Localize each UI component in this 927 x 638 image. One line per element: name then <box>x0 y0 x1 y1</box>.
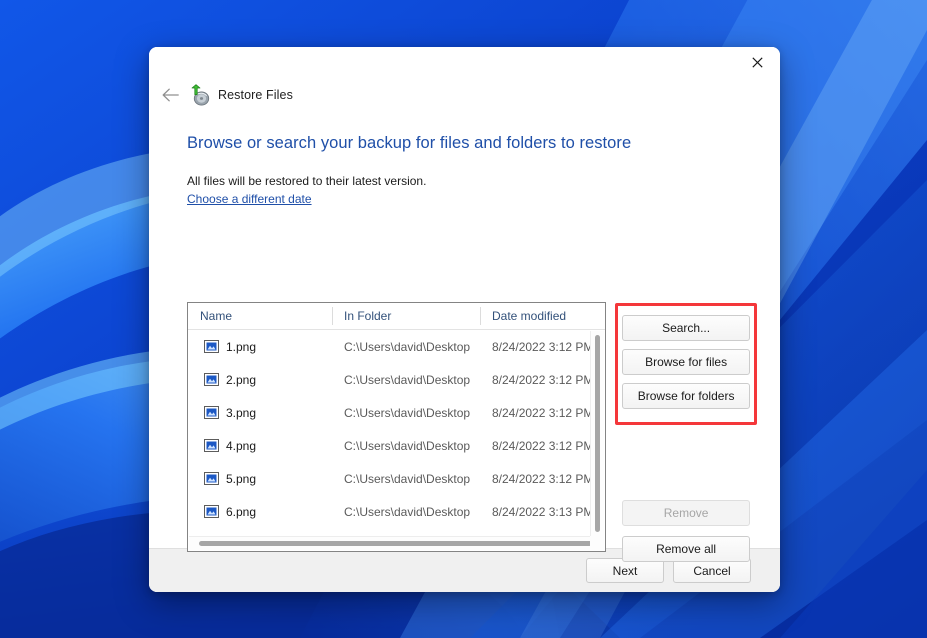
restore-selection-panel: Name In Folder Date modified 1.png C:\Us… <box>187 302 758 562</box>
column-header-date-modified[interactable]: Date modified <box>480 303 605 329</box>
horizontal-scrollbar[interactable] <box>189 536 592 550</box>
file-folder: C:\Users\david\Desktop <box>344 372 471 387</box>
subtitle-text: All files will be restored to their late… <box>187 174 427 188</box>
back-arrow-icon[interactable] <box>155 80 185 110</box>
dialog-titlebar <box>149 47 780 78</box>
image-file-icon <box>204 439 219 452</box>
file-name: 6.png <box>226 504 257 519</box>
image-file-icon <box>204 340 219 353</box>
column-header-in-folder[interactable]: In Folder <box>332 303 480 329</box>
file-list-rows: 1.png C:\Users\david\Desktop 8/24/2022 3… <box>188 330 590 537</box>
remove-all-button[interactable]: Remove all <box>622 536 751 562</box>
column-header-name[interactable]: Name <box>188 303 332 329</box>
file-name: 4.png <box>226 438 257 453</box>
file-modified: 8/24/2022 3:12 PM <box>492 339 591 354</box>
browse-for-files-button[interactable]: Browse for files <box>622 349 751 375</box>
remove-button[interactable]: Remove <box>622 500 751 526</box>
table-row[interactable]: 4.png C:\Users\david\Desktop 8/24/2022 3… <box>188 429 590 462</box>
table-row[interactable]: 3.png C:\Users\david\Desktop 8/24/2022 3… <box>188 396 590 429</box>
vertical-scrollbar-thumb[interactable] <box>595 335 601 532</box>
file-list-header: Name In Folder Date modified <box>188 303 606 330</box>
file-modified: 8/24/2022 3:13 PM <box>492 504 591 519</box>
file-folder: C:\Users\david\Desktop <box>344 471 471 486</box>
file-modified: 8/24/2022 3:12 PM <box>492 405 591 420</box>
file-folder: C:\Users\david\Desktop <box>344 438 471 453</box>
file-name: 2.png <box>226 372 257 387</box>
file-name: 5.png <box>226 471 257 486</box>
file-folder: C:\Users\david\Desktop <box>344 339 471 354</box>
close-icon[interactable] <box>734 47 780 78</box>
image-file-icon <box>204 472 219 485</box>
file-name: 3.png <box>226 405 257 420</box>
file-folder: C:\Users\david\Desktop <box>344 504 471 519</box>
action-button-column: Search... Browse for files Browse for fo… <box>615 302 758 562</box>
dialog-navigation-row: Restore Files <box>149 78 780 112</box>
dialog-body: Browse or search your backup for files a… <box>149 112 780 562</box>
file-folder: C:\Users\david\Desktop <box>344 405 471 420</box>
restore-files-icon <box>191 84 210 106</box>
app-title: Restore Files <box>218 88 293 102</box>
desktop-background: Restore Files Browse or search your back… <box>0 0 927 638</box>
vertical-scrollbar[interactable] <box>590 331 605 536</box>
restore-files-dialog: Restore Files Browse or search your back… <box>149 47 780 592</box>
image-file-icon <box>204 505 219 518</box>
scrollbar-corner <box>590 536 605 550</box>
table-row[interactable]: 6.png C:\Users\david\Desktop 8/24/2022 3… <box>188 495 590 528</box>
file-modified: 8/24/2022 3:12 PM <box>492 372 591 387</box>
table-row[interactable]: 2.png C:\Users\david\Desktop 8/24/2022 3… <box>188 363 590 396</box>
browse-for-folders-button[interactable]: Browse for folders <box>622 383 751 409</box>
file-name: 1.png <box>226 339 257 354</box>
image-file-icon <box>204 373 219 386</box>
page-title: Browse or search your backup for files a… <box>187 134 632 152</box>
file-modified: 8/24/2022 3:12 PM <box>492 471 591 486</box>
image-file-icon <box>204 406 219 419</box>
file-list[interactable]: Name In Folder Date modified 1.png C:\Us… <box>187 302 607 552</box>
file-modified: 8/24/2022 3:12 PM <box>492 438 591 453</box>
table-row[interactable]: 1.png C:\Users\david\Desktop 8/24/2022 3… <box>188 330 590 363</box>
table-row[interactable]: 5.png C:\Users\david\Desktop 8/24/2022 3… <box>188 462 590 495</box>
search-button[interactable]: Search... <box>622 315 751 341</box>
choose-different-date-link[interactable]: Choose a different date <box>187 192 312 206</box>
horizontal-scrollbar-thumb[interactable] <box>199 541 592 546</box>
